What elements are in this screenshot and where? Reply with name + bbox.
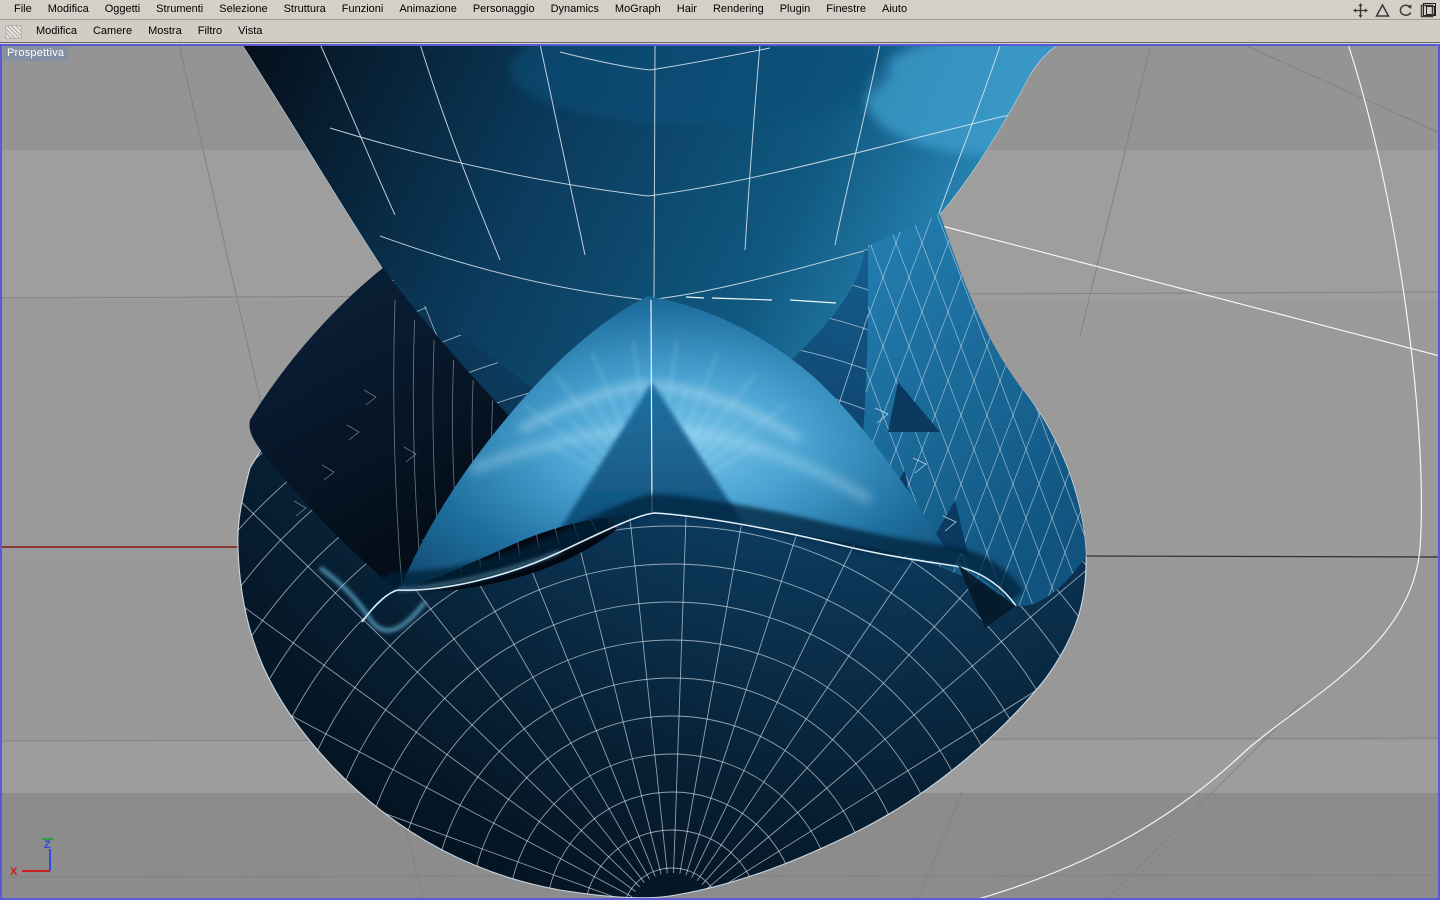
menu-item-strumenti[interactable]: Strumenti: [148, 0, 211, 19]
axis-z-label: Z: [44, 839, 51, 851]
rotate-icon[interactable]: [1397, 3, 1413, 18]
maximize-view-icon[interactable]: [1420, 4, 1434, 18]
menu-item-hair[interactable]: Hair: [669, 0, 705, 19]
menu-item-oggetti[interactable]: Oggetti: [97, 0, 148, 19]
menu-item-finestre[interactable]: Finestre: [818, 0, 874, 19]
menu-item-plugin[interactable]: Plugin: [772, 0, 819, 19]
menu-item-dynamics[interactable]: Dynamics: [543, 0, 607, 19]
menu-item-struttura[interactable]: Struttura: [276, 0, 334, 19]
menu-item-funzioni[interactable]: Funzioni: [334, 0, 392, 19]
menu-item-animazione[interactable]: Animazione: [391, 0, 464, 19]
menu-item-file[interactable]: File: [6, 0, 40, 19]
viewport-nav-icons: [1353, 3, 1434, 18]
perspective-viewport-canvas[interactable]: XZ: [0, 44, 1440, 900]
menu-item-rendering[interactable]: Rendering: [705, 0, 772, 19]
viewport-menu-item-filtro[interactable]: Filtro: [190, 22, 230, 41]
viewport-camera-label[interactable]: Prospettiva: [3, 46, 69, 61]
viewport-menu-bar: Modifica Camere Mostra Filtro Vista: [0, 21, 1440, 43]
viewport-menu-item-modifica[interactable]: Modifica: [28, 22, 85, 41]
menu-item-mograph[interactable]: MoGraph: [607, 0, 669, 19]
menu-item-personaggio[interactable]: Personaggio: [465, 0, 543, 19]
application-menu-bar: File Modifica Oggetti Strumenti Selezione Str…: [0, 0, 1440, 20]
viewport-menu-item-vista[interactable]: Vista: [230, 22, 270, 41]
menu-item-selezione[interactable]: Selezione: [211, 0, 275, 19]
axis-x-label: X: [10, 866, 18, 878]
pan-icon[interactable]: [1353, 3, 1368, 18]
menu-item-modifica[interactable]: Modifica: [40, 0, 97, 19]
scale-icon[interactable]: [1375, 3, 1390, 18]
toolbar-drag-handle[interactable]: [5, 24, 22, 39]
menu-item-aiuto[interactable]: Aiuto: [874, 0, 915, 19]
viewport-menu-item-mostra[interactable]: Mostra: [140, 22, 190, 41]
viewport-menu-item-camere[interactable]: Camere: [85, 22, 140, 41]
